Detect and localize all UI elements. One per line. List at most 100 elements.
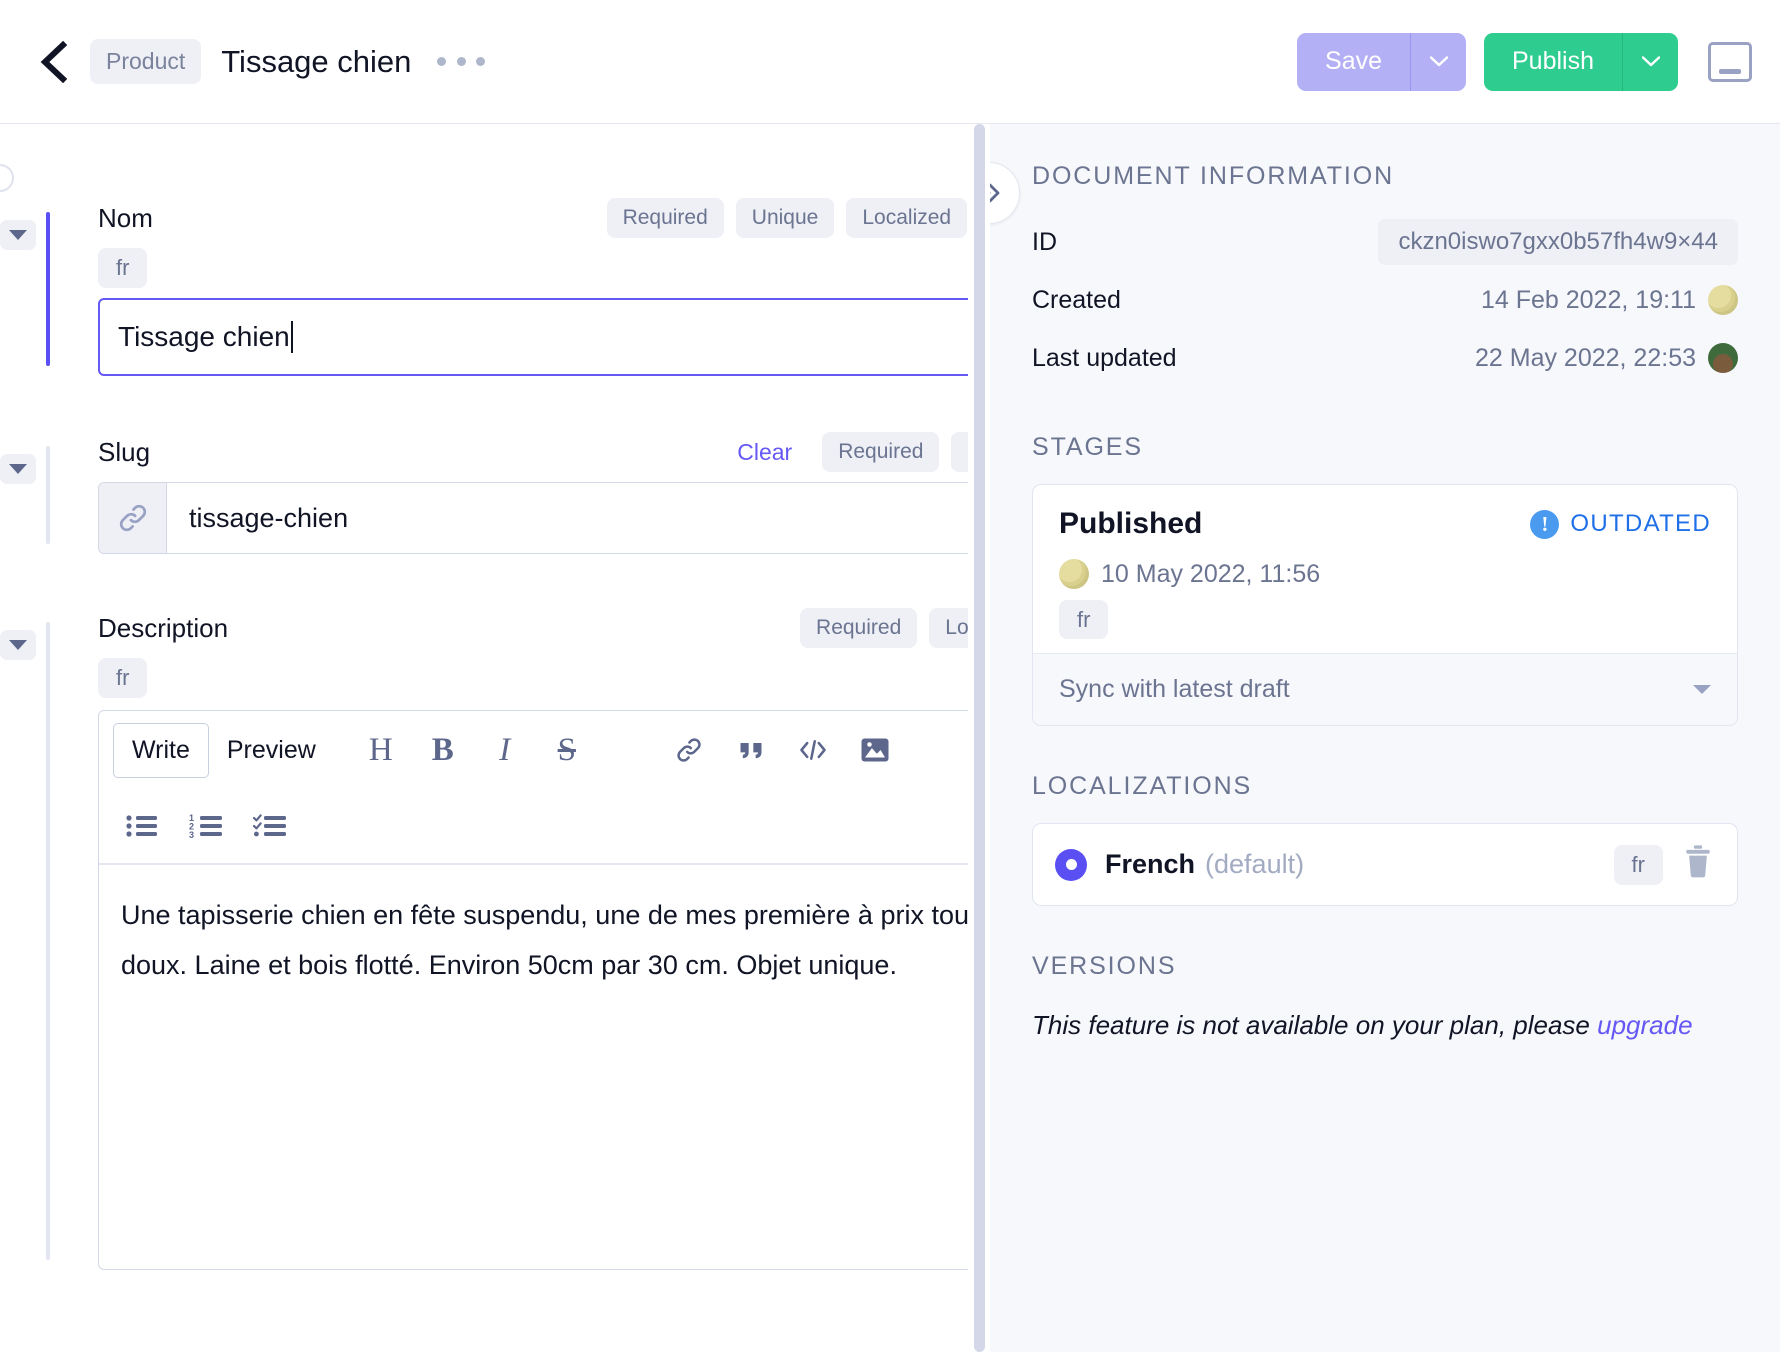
- versions-message: This feature is not available on your pl…: [1032, 1003, 1738, 1049]
- localization-card: French (default) fr: [1032, 823, 1738, 906]
- stage-date: 10 May 2022, 11:56: [1101, 559, 1321, 588]
- link-icon: [99, 483, 167, 553]
- avatar: [1708, 285, 1738, 315]
- stage-card-header: Published ! OUTDATED: [1059, 507, 1711, 541]
- field-header-slug: Slug Clear Required Unique: [98, 432, 968, 472]
- locale-chip-fr[interactable]: fr: [1613, 844, 1663, 885]
- tag-required: Required: [606, 198, 724, 238]
- section-title-localizations: LOCALIZATIONS: [1032, 772, 1253, 800]
- field-rail-slug: [46, 446, 50, 544]
- status-badge-label: OUTDATED: [1570, 510, 1711, 537]
- back-button[interactable]: [30, 39, 76, 85]
- ellipsis-icon: [437, 57, 447, 66]
- avatar: [1708, 343, 1738, 373]
- locale-chip-fr[interactable]: fr: [1059, 600, 1109, 639]
- panel-scrollbar[interactable]: [968, 124, 990, 1352]
- section-versions: VERSIONS This feature is not available o…: [1032, 952, 1738, 1049]
- clear-link-slug[interactable]: Clear: [737, 439, 792, 466]
- ellipsis-icon: [476, 57, 486, 66]
- versions-message-text: This feature is not available on your pl…: [1032, 1010, 1598, 1040]
- row-document-id: ID ckzn0iswo7gxx0b57fh4w9×44: [1032, 213, 1738, 271]
- field-label-nom: Nom: [98, 202, 153, 233]
- locale-row-nom: fr Clear: [98, 244, 968, 292]
- save-button-group: Save: [1297, 32, 1466, 91]
- save-button[interactable]: Save: [1297, 32, 1410, 91]
- tag-unique: Unique: [951, 432, 968, 472]
- locale-chip-fr[interactable]: fr: [98, 248, 148, 288]
- tag-unique: Unique: [735, 198, 835, 238]
- numbered-list-icon[interactable]: 1 2 3: [189, 809, 223, 843]
- caret-down-icon: [1693, 685, 1711, 694]
- field-slug: Slug Clear Required Unique: [0, 432, 968, 554]
- section-stages: STAGES Published ! OUTDATED 10 May 2022,…: [1032, 433, 1738, 726]
- tab-preview[interactable]: Preview: [209, 724, 334, 777]
- save-dropdown-button[interactable]: [1410, 32, 1466, 91]
- locale-chip-fr[interactable]: fr: [98, 658, 148, 698]
- more-options-button[interactable]: [437, 45, 486, 79]
- chevron-left-icon: [40, 40, 68, 83]
- localization-default-suffix: (default): [1205, 849, 1305, 879]
- value-document-id[interactable]: ckzn0iswo7gxx0b57fh4w9×44: [1378, 219, 1738, 265]
- panel-bottom-bar: [1719, 68, 1741, 74]
- stage-name: Published: [1059, 507, 1203, 540]
- markdown-tools: H B I S: [364, 732, 892, 768]
- tab-write[interactable]: Write: [113, 722, 209, 778]
- left-collapse-nub[interactable]: [0, 164, 14, 192]
- sidebar-collapse-button[interactable]: [990, 162, 1020, 224]
- publish-button-group: Publish: [1484, 32, 1678, 91]
- tag-localized: Localized: [846, 198, 968, 238]
- italic-icon[interactable]: I: [488, 732, 522, 768]
- panel-bottom-icon[interactable]: [1708, 41, 1752, 82]
- bold-icon[interactable]: B: [426, 732, 460, 768]
- sync-with-latest-draft-button[interactable]: Sync with latest draft: [1033, 653, 1737, 725]
- stage-card-top: Published ! OUTDATED 10 May 2022, 11:56: [1033, 485, 1737, 653]
- caret-down-icon: [9, 640, 27, 650]
- field-label-slug: Slug: [98, 436, 151, 467]
- section-title-versions: VERSIONS: [1032, 952, 1177, 980]
- slug-input[interactable]: tissage-chien: [98, 482, 968, 554]
- link-icon[interactable]: [672, 733, 706, 767]
- localization-row[interactable]: French (default) fr: [1033, 824, 1737, 905]
- markdown-toolbar-row-1: Write Preview H B I S: [99, 711, 968, 789]
- body: Nom Required Unique Localized Title fr C…: [0, 124, 1780, 1352]
- code-icon[interactable]: [796, 733, 830, 767]
- stage-date-row: 10 May 2022, 11:56: [1059, 559, 1711, 589]
- avatar: [1059, 559, 1089, 589]
- publish-dropdown-button[interactable]: [1622, 32, 1678, 91]
- description-textarea[interactable]: Une tapisserie chien en fête suspendu, u…: [99, 864, 968, 1269]
- collapse-toggle-nom[interactable]: [0, 220, 36, 250]
- heading-icon[interactable]: H: [364, 732, 398, 768]
- tag-required: Required: [800, 608, 918, 648]
- field-nom: Nom Required Unique Localized Title fr C…: [0, 198, 968, 376]
- quote-icon[interactable]: [734, 733, 768, 767]
- radio-selected-icon[interactable]: [1055, 848, 1087, 881]
- tag-required: Required: [822, 432, 940, 472]
- field-description: Description Required Localized fr Clear: [0, 608, 968, 1270]
- field-inner-description: Description Required Localized fr Clear: [98, 608, 968, 1270]
- label-id: ID: [1032, 227, 1057, 256]
- label-last-updated: Last updated: [1032, 343, 1177, 372]
- field-rail-description: [46, 622, 50, 1260]
- collapse-toggle-description[interactable]: [0, 630, 36, 660]
- row-last-updated: Last updated 22 May 2022, 22:53: [1032, 329, 1738, 387]
- image-icon[interactable]: [858, 733, 892, 767]
- trash-icon[interactable]: [1681, 844, 1715, 885]
- right-sidebar: DOCUMENT INFORMATION ID ckzn0iswo7gxx0b5…: [990, 124, 1780, 1352]
- collapse-toggle-slug[interactable]: [0, 454, 36, 484]
- value-created: 14 Feb 2022, 19:11: [1481, 285, 1696, 314]
- chevron-double-right-icon: [990, 183, 1000, 203]
- nom-input[interactable]: Tissage chien: [98, 298, 968, 376]
- value-last-updated: 22 May 2022, 22:53: [1475, 343, 1696, 372]
- bulleted-list-icon[interactable]: [125, 809, 159, 843]
- chevron-down-icon: [1641, 56, 1660, 67]
- checklist-icon[interactable]: [253, 809, 287, 843]
- ellipsis-icon: [456, 57, 466, 66]
- breadcrumb-product[interactable]: Product: [90, 39, 202, 84]
- stage-locale-row: fr: [1059, 600, 1711, 639]
- text-caret: [290, 321, 293, 353]
- strikethrough-icon[interactable]: S: [550, 732, 584, 768]
- label-created: Created: [1032, 285, 1121, 314]
- publish-button[interactable]: Publish: [1484, 32, 1622, 91]
- upgrade-link[interactable]: upgrade: [1597, 1010, 1692, 1040]
- chevron-down-icon: [1429, 56, 1448, 67]
